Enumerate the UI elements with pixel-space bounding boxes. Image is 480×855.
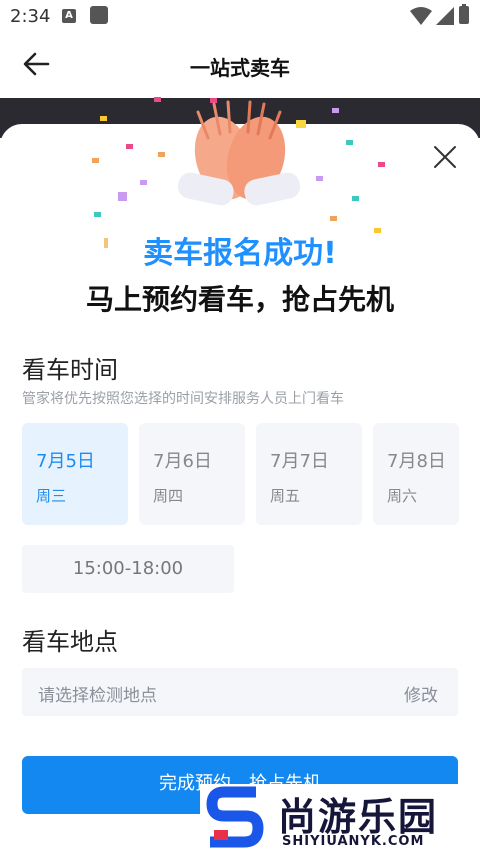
watermark-brand: 尚游乐园 bbox=[278, 795, 439, 839]
page-title: 一站式卖车 bbox=[190, 56, 290, 80]
time-slot-option[interactable]: 15:00-18:00 bbox=[22, 545, 234, 593]
signal-icon bbox=[436, 7, 454, 25]
viewing-time-hint: 管家将优先按照您选择的时间安排服务人员上门看车 bbox=[22, 391, 344, 407]
close-icon[interactable] bbox=[430, 142, 460, 172]
success-title: 卖车报名成功! bbox=[143, 236, 337, 271]
location-select-field[interactable]: 请选择检测地点 修改 bbox=[22, 668, 458, 716]
status-bar: 2:34 A bbox=[0, 0, 480, 34]
viewing-location-title: 看车地点 bbox=[22, 628, 118, 656]
watermark-logo: 尚游乐园 SHIYIUANYK.COM bbox=[200, 784, 480, 855]
date-option-3[interactable]: 7月7日 周五 bbox=[256, 423, 362, 525]
date-label: 7月7日 bbox=[270, 451, 329, 472]
notification-a-icon: A bbox=[62, 9, 76, 23]
date-option-1[interactable]: 7月5日 周三 bbox=[22, 423, 128, 525]
weekday-label: 周四 bbox=[153, 487, 184, 505]
date-option-2[interactable]: 7月6日 周四 bbox=[139, 423, 245, 525]
notification-square-icon bbox=[90, 6, 108, 24]
brand-s-icon bbox=[206, 786, 264, 848]
viewing-time-title: 看车时间 bbox=[22, 356, 118, 384]
app-header: 一站式卖车 bbox=[0, 34, 480, 98]
battery-icon bbox=[459, 4, 469, 24]
location-placeholder: 请选择检测地点 bbox=[38, 686, 157, 706]
date-option-4[interactable]: 7月8日 周六 bbox=[373, 423, 459, 525]
weekday-label: 周五 bbox=[270, 487, 301, 505]
location-edit-link[interactable]: 修改 bbox=[404, 681, 438, 706]
date-label: 7月6日 bbox=[153, 451, 212, 472]
weekday-label: 周三 bbox=[36, 487, 67, 505]
watermark-url: SHIYIUANYK.COM bbox=[282, 834, 425, 849]
status-time: 2:34 bbox=[10, 6, 51, 27]
weekday-label: 周六 bbox=[387, 487, 418, 505]
wifi-icon bbox=[410, 7, 432, 25]
date-label: 7月5日 bbox=[36, 451, 95, 472]
date-label: 7月8日 bbox=[387, 451, 446, 472]
high-five-hands-icon bbox=[177, 100, 301, 206]
success-subtitle: 马上预约看车，抢占先机 bbox=[85, 283, 394, 316]
